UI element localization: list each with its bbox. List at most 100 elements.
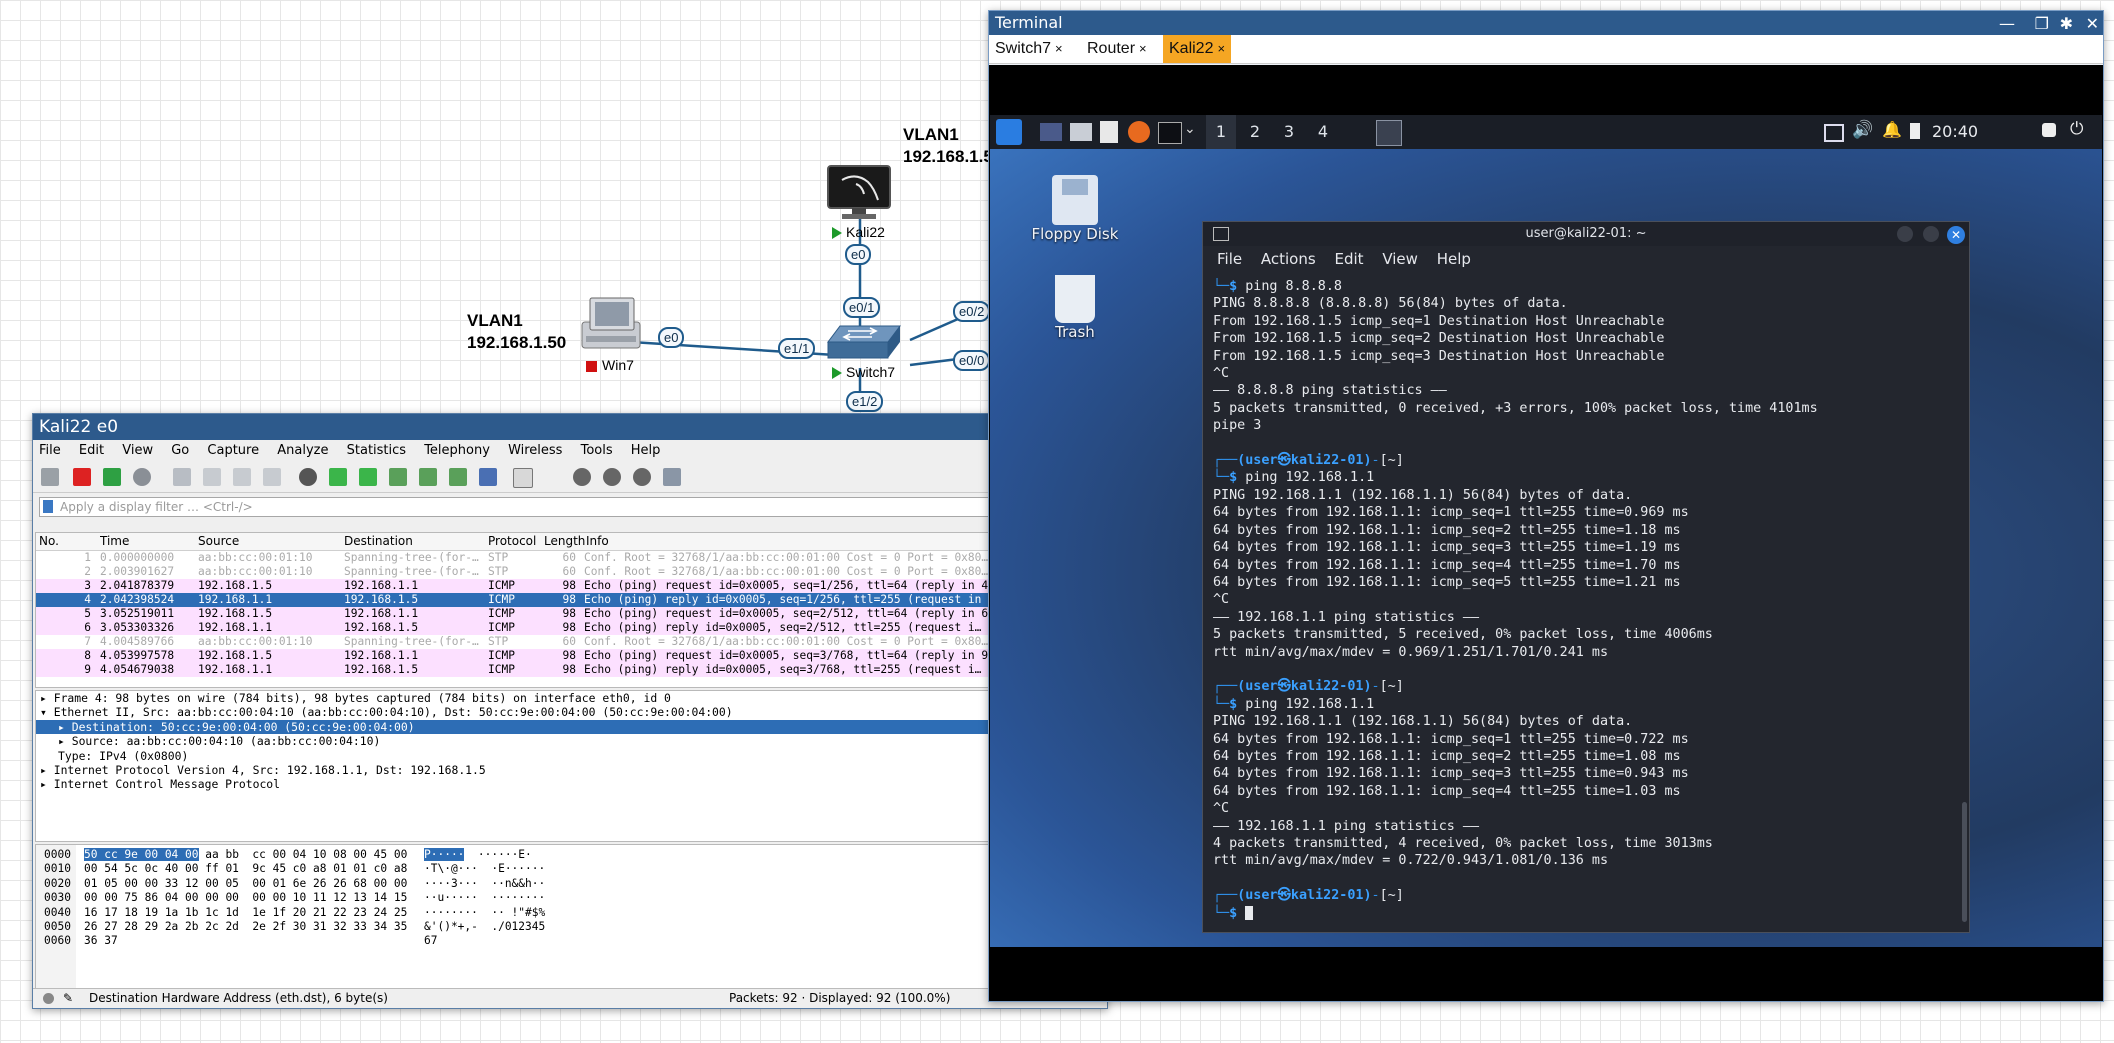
shark-fin-start-icon[interactable]: [41, 468, 59, 486]
packet-row[interactable]: 3 2.041878379 192.168.1.5 192.168.1.1 ICMP 98…: [36, 579, 1106, 593]
edit-comment-icon[interactable]: ✎: [63, 989, 73, 1008]
detail-row[interactable]: ▸ Internet Protocol Version 4, Src: 192.…: [36, 763, 1106, 777]
firefox-icon[interactable]: [1128, 121, 1150, 143]
terminal-launcher-icon[interactable]: [1158, 122, 1182, 144]
file-manager-icon[interactable]: [1070, 123, 1092, 141]
xterm-title-bar[interactable]: user@kali22-01: ~ ✕: [1203, 222, 1969, 246]
open-file-icon[interactable]: [173, 468, 191, 486]
terminal-title-bar[interactable]: Terminal — ❐ ✱ ✕: [989, 11, 2103, 35]
autoscroll-icon[interactable]: [479, 468, 497, 486]
menu-tools[interactable]: Tools: [581, 443, 613, 458]
menu-wireless[interactable]: Wireless: [508, 443, 562, 458]
expert-info-icon[interactable]: [43, 993, 54, 1004]
col-info[interactable]: Info: [586, 533, 609, 550]
chevron-down-icon[interactable]: ⌄: [1184, 121, 1196, 137]
packet-row[interactable]: 9 4.054679038 192.168.1.1 192.168.1.5 ICMP 98…: [36, 663, 1106, 677]
tab-switch7[interactable]: Switch7 ×: [989, 35, 1069, 63]
taskbar-terminal-icon[interactable]: [1376, 120, 1402, 146]
zoom-in-icon[interactable]: [573, 468, 591, 486]
menu-view[interactable]: View: [122, 443, 153, 458]
notification-bell-icon[interactable]: 🔔: [1882, 120, 1902, 139]
detail-row[interactable]: ▸ Frame 4: 98 bytes on wire (784 bits), …: [36, 691, 1106, 705]
restart-capture-icon[interactable]: [103, 468, 121, 486]
power-icon[interactable]: ⏻: [2070, 119, 2083, 139]
reload-icon[interactable]: [263, 468, 281, 486]
tab-router[interactable]: Router ×: [1081, 35, 1153, 63]
go-to-packet-icon[interactable]: [389, 468, 407, 486]
menu-go[interactable]: Go: [171, 443, 189, 458]
workspace-4[interactable]: 4: [1308, 115, 1338, 149]
bookmark-icon[interactable]: [43, 500, 53, 513]
stop-capture-icon[interactable]: [73, 468, 91, 486]
desktop-icon-trash[interactable]: Trash: [1020, 275, 1130, 341]
hex-row[interactable]: 0060 36 37 67: [44, 934, 545, 948]
terminal-output[interactable]: └─$ ping 8.8.8.8 PING 8.8.8.8 (8.8.8.8) 5…: [1213, 278, 1955, 926]
menu-actions[interactable]: Actions: [1261, 250, 1316, 268]
workspace-3[interactable]: 3: [1274, 115, 1304, 149]
detail-row[interactable]: ▾ Ethernet II, Src: aa:bb:cc:00:04:10 (a…: [36, 705, 1106, 719]
col-time[interactable]: Time: [100, 533, 129, 550]
zoom-out-icon[interactable]: [603, 468, 621, 486]
hex-row[interactable]: 0010 00 54 5c 0c 40 00 ff 01 9c 45 c0 a8 …: [44, 862, 545, 876]
wireshark-title-bar[interactable]: Kali22 e0 — ❐ ✱ ✕: [33, 414, 1107, 440]
go-forward-icon[interactable]: [359, 468, 377, 486]
packet-row[interactable]: 4 2.042398524 192.168.1.1 192.168.1.5 ICMP 98…: [36, 593, 1106, 607]
display-icon[interactable]: [1824, 124, 1844, 142]
port-sw-e1-1[interactable]: e1/1: [778, 338, 816, 359]
hex-row[interactable]: 0020 01 05 00 00 33 12 00 05 00 01 6e 26 …: [44, 877, 545, 891]
zoom-normal-icon[interactable]: [633, 468, 651, 486]
tab-kali22[interactable]: Kali22 ×: [1163, 35, 1232, 63]
vm-console[interactable]: ⌄ 1 2 3 4 🔊 🔔 20:40 ⏻ Floppy Disk Trash …: [989, 65, 2103, 1001]
hex-row[interactable]: 0000 50 cc 9e 00 04 00 aa bb cc 00 04 10 …: [44, 848, 545, 862]
port-sw-e1-2[interactable]: e1/2: [846, 391, 884, 412]
save-file-icon[interactable]: [203, 468, 221, 486]
menu-statistics[interactable]: Statistics: [347, 443, 406, 458]
menu-capture[interactable]: Capture: [207, 443, 259, 458]
menu-telephony[interactable]: Telephony: [424, 443, 490, 458]
detail-row[interactable]: Type: IPv4 (0x0800): [36, 749, 1106, 763]
port-win-e0[interactable]: e0: [658, 327, 685, 348]
col-length[interactable]: Length: [544, 533, 585, 550]
port-kali-e0[interactable]: e0: [845, 244, 872, 265]
col-source[interactable]: Source: [198, 533, 239, 550]
menu-help[interactable]: Help: [1437, 250, 1471, 268]
col-no[interactable]: No.: [39, 533, 59, 550]
port-sw-e0-1[interactable]: e0/1: [843, 297, 881, 318]
hex-row[interactable]: 0050 26 27 28 29 2a 2b 2c 2d 2e 2f 30 31 …: [44, 920, 545, 934]
maximize-icon[interactable]: ❐: [2035, 11, 2049, 37]
packet-row[interactable]: 7 4.004589766 aa:bb:cc:00:01:10 Spanning-tr…: [36, 635, 1106, 649]
colorize-icon[interactable]: [513, 468, 533, 488]
close-icon[interactable]: ✕: [2086, 11, 2099, 37]
detail-row[interactable]: ▸ Internet Control Message Protocol: [36, 777, 1106, 791]
close-tab-icon[interactable]: ×: [1139, 41, 1147, 56]
capture-options-icon[interactable]: [133, 468, 151, 486]
packet-row[interactable]: 6 3.053303326 192.168.1.1 192.168.1.5 ICMP 98…: [36, 621, 1106, 635]
workspace-1[interactable]: 1: [1206, 115, 1236, 149]
maximize-icon[interactable]: [1923, 226, 1939, 242]
display-filter-input[interactable]: Apply a display filter … <Ctrl-/> +: [39, 497, 1116, 517]
detail-row[interactable]: ▸ Source: aa:bb:cc:00:04:10 (aa:bb:cc:00…: [36, 734, 1106, 748]
kali-node-icon[interactable]: [826, 164, 892, 222]
close-icon[interactable]: ✕: [1947, 226, 1965, 244]
battery-icon[interactable]: [1910, 123, 1920, 139]
close-file-icon[interactable]: [233, 468, 251, 486]
close-tab-icon[interactable]: ×: [1055, 41, 1063, 56]
find-packet-icon[interactable]: [299, 468, 317, 486]
menu-file[interactable]: File: [1217, 250, 1242, 268]
packet-row[interactable]: 8 4.053997578 192.168.1.5 192.168.1.1 ICMP 98…: [36, 649, 1106, 663]
hex-row[interactable]: 0030 00 00 75 86 04 00 00 00 00 00 10 11 …: [44, 891, 545, 905]
menu-help[interactable]: Help: [631, 443, 661, 458]
packet-row[interactable]: 5 3.052519011 192.168.1.5 192.168.1.1 ICMP 98…: [36, 607, 1106, 621]
col-destination[interactable]: Destination: [344, 533, 413, 550]
terminal-scrollbar[interactable]: [1962, 802, 1967, 922]
kali-menu-icon[interactable]: [996, 119, 1022, 145]
show-desktop-icon[interactable]: [1040, 123, 1062, 141]
win7-node-icon[interactable]: [580, 296, 642, 352]
hex-row[interactable]: 0040 16 17 18 19 1a 1b 1c 1d 1e 1f 20 21 …: [44, 906, 545, 920]
lock-icon[interactable]: [2042, 123, 2056, 137]
last-packet-icon[interactable]: [449, 468, 467, 486]
packet-row[interactable]: 2 2.003901627 aa:bb:cc:00:01:10 Spanning-tr…: [36, 565, 1106, 579]
detail-row[interactable]: ▸ Destination: 50:cc:9e:00:04:00 (50:cc:…: [36, 719, 1106, 735]
panel-clock[interactable]: 20:40: [1932, 115, 1978, 149]
col-protocol[interactable]: Protocol: [488, 533, 536, 550]
